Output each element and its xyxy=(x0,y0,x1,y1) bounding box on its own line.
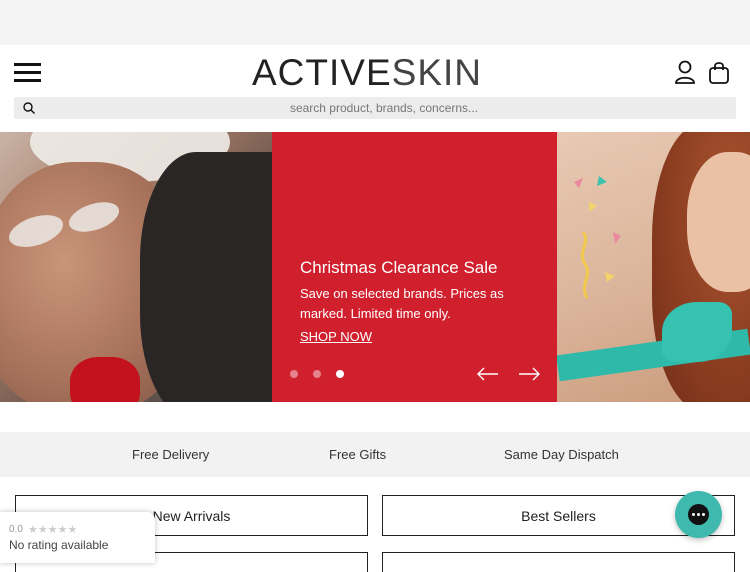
top-bar xyxy=(0,0,750,45)
usp-free-delivery: Free Delivery xyxy=(132,447,210,462)
chat-icon xyxy=(688,504,709,525)
arrow-right-icon[interactable] xyxy=(517,366,541,382)
site-header: ACTIVESKIN xyxy=(0,45,750,97)
category-button-row2-right[interactable] xyxy=(382,552,735,572)
usp-bar: Free Delivery Free Gifts Same Day Dispat… xyxy=(0,432,750,477)
rating-text: No rating available xyxy=(9,538,109,552)
shop-now-link[interactable]: SHOP NOW xyxy=(300,329,372,344)
account-icon[interactable] xyxy=(674,60,696,84)
hero-image-left xyxy=(0,132,272,402)
hero-text: Save on selected brands. Prices as marke… xyxy=(300,286,504,321)
menu-icon[interactable] xyxy=(14,63,41,82)
arrow-left-icon[interactable] xyxy=(476,366,500,382)
site-logo[interactable]: ACTIVESKIN xyxy=(252,53,502,93)
hero-slide-content: Christmas Clearance Sale Save on selecte… xyxy=(272,132,557,402)
search-input[interactable] xyxy=(44,97,724,119)
hero-carousel: Christmas Clearance Sale Save on selecte… xyxy=(0,132,750,402)
chat-button[interactable] xyxy=(675,491,722,538)
carousel-dots xyxy=(290,370,350,380)
carousel-dot-3[interactable] xyxy=(336,370,344,378)
search-bar xyxy=(14,97,736,119)
rating-score: 0.0 xyxy=(9,524,23,535)
usp-same-day-dispatch: Same Day Dispatch xyxy=(504,447,619,462)
bag-icon[interactable] xyxy=(708,60,730,84)
rating-widget[interactable]: 0.0 ★★★★★ No rating available xyxy=(0,512,155,563)
hero-image-right xyxy=(557,132,750,402)
carousel-dot-1[interactable] xyxy=(290,370,298,378)
logo-primary: ACTIVE xyxy=(252,52,392,93)
carousel-dot-2[interactable] xyxy=(313,370,321,378)
logo-secondary: SKIN xyxy=(391,52,482,93)
star-icon: ★★★★★ xyxy=(28,524,78,536)
search-icon[interactable] xyxy=(22,101,36,115)
usp-free-gifts: Free Gifts xyxy=(329,447,387,462)
hero-title: Christmas Clearance Sale xyxy=(300,258,498,277)
